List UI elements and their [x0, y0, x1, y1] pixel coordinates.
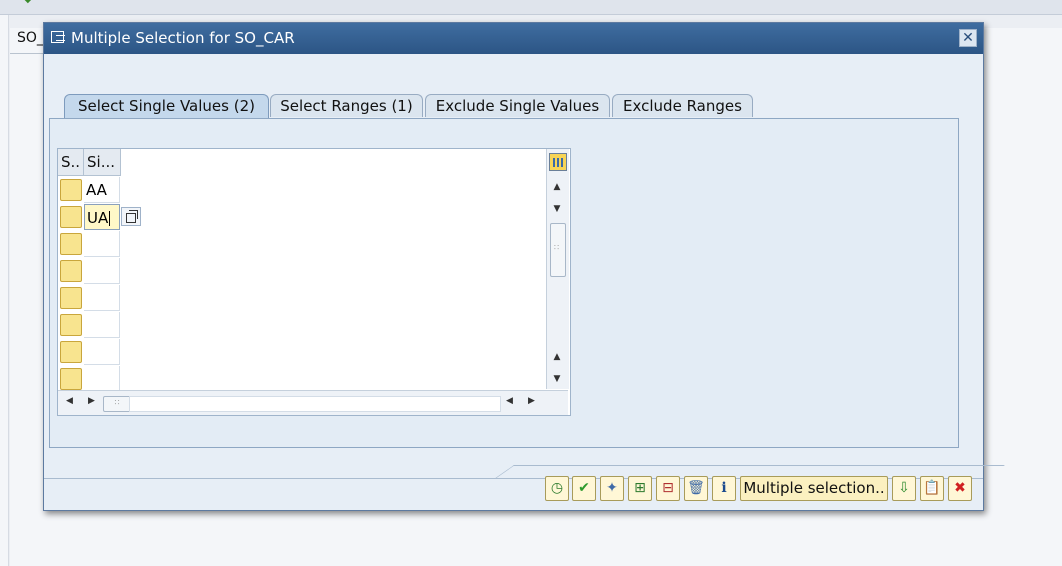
values-table: S.. Si... AA UA ▲ ▼ ∷ ▲ ▼ ◀ ▶ ∷ ◀ ▶ [57, 148, 571, 416]
tab-select-single-values[interactable]: Select Single Values (2) [64, 94, 269, 118]
page-left-icon[interactable]: ◀ [506, 396, 513, 406]
text-caret [109, 211, 111, 226]
checkmark-icon[interactable]: ✔ [572, 476, 596, 501]
multiple-selection-dialog: Multiple Selection for SO_CAR ✕ Select S… [43, 22, 1005, 511]
insert-row-icon[interactable]: ⊞ [628, 476, 652, 501]
trash-icon[interactable]: 🗑 [684, 476, 708, 501]
background-field-label: SO_ [17, 30, 44, 46]
row-selector[interactable] [60, 260, 82, 282]
select-options-icon[interactable]: ✦ [600, 476, 624, 501]
table-cell[interactable] [84, 231, 120, 257]
dialog-titlebar[interactable]: Multiple Selection for SO_CAR ✕ [44, 23, 983, 54]
dialog-title: Multiple Selection for SO_CAR [71, 29, 295, 47]
horizontal-scroll-thumb[interactable]: ∷ [103, 396, 131, 412]
tab-panel: S.. Si... AA UA ▲ ▼ ∷ ▲ ▼ ◀ ▶ ∷ ◀ ▶ [49, 118, 959, 448]
cancel-icon[interactable]: ✖ [948, 476, 972, 501]
column-header-single-value[interactable]: Si... [84, 149, 121, 176]
execute-icon[interactable]: ◷ [545, 476, 569, 501]
paste-clipboard-icon[interactable]: 📋 [920, 476, 944, 501]
delete-row-icon[interactable]: ⊟ [656, 476, 680, 501]
column-header-selector[interactable]: S.. [58, 149, 84, 176]
row-selector[interactable] [60, 233, 82, 255]
tab-exclude-ranges[interactable]: Exclude Ranges [612, 94, 753, 117]
info-icon[interactable]: i [712, 476, 736, 501]
tab-select-ranges[interactable]: Select Ranges (1) [270, 94, 423, 117]
import-icon[interactable]: ⇩ [892, 476, 916, 501]
table-cell-editing[interactable]: UA [84, 204, 120, 230]
scroll-up-icon[interactable]: ▲ [551, 181, 563, 193]
horizontal-scroll-track[interactable] [129, 396, 501, 412]
app-status-icon: ◆ [24, 0, 34, 5]
scroll-right-icon[interactable]: ▶ [88, 396, 95, 406]
row-selector[interactable] [60, 314, 82, 336]
cell-text: UA [87, 209, 109, 227]
column-configuration-icon[interactable] [549, 153, 567, 171]
row-selector[interactable] [60, 341, 82, 363]
scroll-down-icon[interactable]: ▼ [551, 203, 563, 215]
value-help-icon[interactable] [121, 207, 141, 226]
page-down-icon[interactable]: ▼ [551, 373, 563, 385]
vertical-scroll-thumb[interactable] [550, 223, 566, 277]
table-cell[interactable]: AA [84, 177, 120, 203]
row-selector[interactable] [60, 368, 82, 390]
horizontal-scrollbar[interactable]: ◀ ▶ ∷ ◀ ▶ [58, 390, 568, 415]
tab-exclude-single-values[interactable]: Exclude Single Values [425, 94, 610, 117]
left-border [0, 15, 9, 566]
table-cell[interactable] [84, 339, 120, 365]
top-strip: ◆ [0, 0, 1062, 15]
table-cell[interactable] [84, 285, 120, 311]
close-button[interactable]: ✕ [959, 29, 977, 47]
scroll-left-icon[interactable]: ◀ [66, 396, 73, 406]
row-selector[interactable] [60, 287, 82, 309]
table-cell[interactable] [84, 366, 120, 392]
row-selector[interactable] [60, 179, 82, 201]
page-up-icon[interactable]: ▲ [551, 351, 563, 363]
row-selector[interactable] [60, 206, 82, 228]
multiple-selection-button[interactable]: Multiple selection.. [740, 476, 888, 501]
vertical-scrollbar[interactable]: ▲ ▼ ▲ ▼ [546, 149, 569, 389]
page-right-icon[interactable]: ▶ [528, 396, 535, 406]
table-cell[interactable] [84, 258, 120, 284]
table-cell[interactable] [84, 312, 120, 338]
window-icon [51, 31, 65, 43]
